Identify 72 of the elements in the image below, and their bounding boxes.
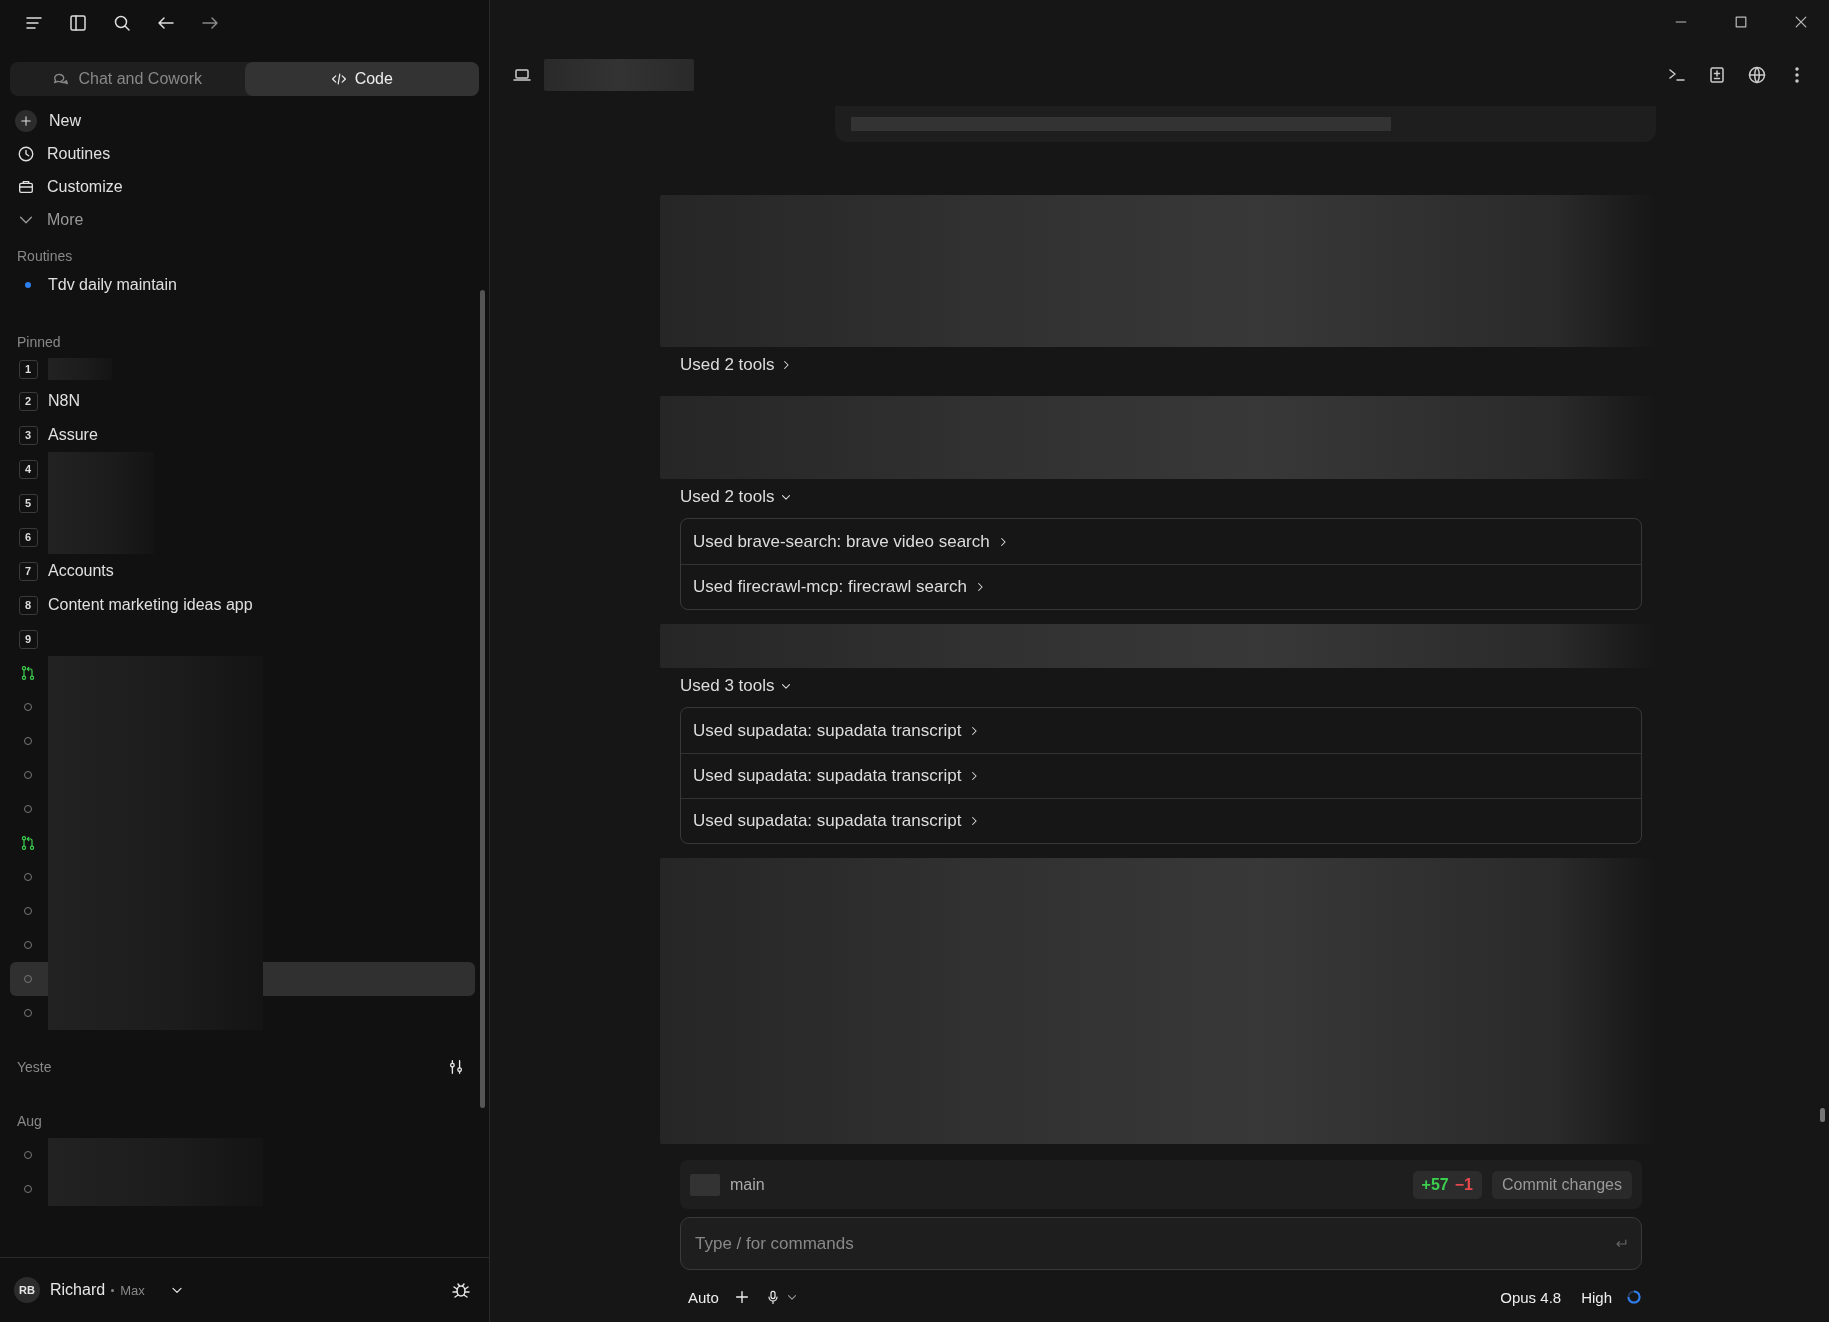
tools-toggle[interactable]: Used 2 tools: [680, 479, 793, 514]
user-avatar: RB: [14, 1277, 40, 1303]
clock-icon[interactable]: [17, 144, 35, 163]
message-input[interactable]: Type / for commands: [693, 1232, 1613, 1255]
shortcut-number: 3: [18, 425, 38, 445]
additions-count: +57: [1421, 1175, 1449, 1194]
shortcut-number: 1: [18, 359, 38, 379]
pinned-item[interactable]: 5: [10, 486, 475, 520]
mode-selector[interactable]: Auto: [688, 1288, 719, 1306]
pinned-item[interactable]: 3 Assure: [10, 418, 475, 452]
composer-field[interactable]: Type / for commands: [680, 1217, 1642, 1270]
user-name[interactable]: Richard: [50, 1281, 106, 1299]
section-heading: Routines: [16, 250, 74, 266]
diff-icon[interactable]: [1707, 65, 1727, 85]
pull-request-icon: [20, 835, 36, 851]
separator-dot-icon: [111, 1288, 115, 1292]
plan-label: Max: [120, 1282, 145, 1298]
shortcut-number: 7: [18, 561, 38, 581]
close-icon[interactable]: [1793, 14, 1809, 30]
pinned-item[interactable]: 7 Accounts: [10, 554, 475, 588]
scrollbar-thumb[interactable]: [1820, 1108, 1825, 1122]
pinned-item[interactable]: 9: [10, 622, 475, 656]
commit-button[interactable]: Commit changes: [1491, 1170, 1632, 1199]
filter-sliders-icon[interactable]: [447, 1058, 465, 1076]
mode-tab[interactable]: Code: [244, 62, 479, 96]
tool-call-item[interactable]: Used supadata: supadata transcript: [681, 798, 1641, 843]
nav-item[interactable]: Customize: [0, 170, 489, 203]
shortcut-number: 2: [18, 391, 38, 411]
tool-call-item[interactable]: Used supadata: supadata transcript: [681, 753, 1641, 798]
code-icon[interactable]: [330, 71, 347, 87]
pinned-item[interactable]: 4: [10, 452, 475, 486]
shortcut-number: 5: [18, 493, 38, 513]
shortcut-number: 6: [18, 527, 38, 547]
pinned-item[interactable]: 6: [10, 520, 475, 554]
shortcut-number: 9: [18, 629, 38, 649]
pinned-title: N8N: [48, 392, 80, 410]
nav-item[interactable]: Routines: [0, 137, 489, 170]
pinned-title: Accounts: [48, 562, 114, 580]
status-dot-icon: [25, 282, 31, 288]
deletions-count: −1: [1454, 1175, 1473, 1194]
pinned-item[interactable]: 2 N8N: [10, 384, 475, 418]
pinned-item[interactable]: 8 Content marketing ideas app: [10, 588, 475, 622]
tools-toggle[interactable]: Used 3 tools: [680, 668, 793, 703]
tool-call-item[interactable]: Used supadata: supadata transcript: [681, 708, 1641, 753]
pull-request-icon: [20, 665, 36, 681]
bug-icon[interactable]: [451, 1280, 471, 1300]
search-icon[interactable]: [112, 13, 132, 33]
sidebar-toggle-icon[interactable]: [68, 13, 88, 33]
section-heading: Pinned: [16, 336, 62, 352]
tool-call-item[interactable]: Used brave-search: brave video search: [681, 519, 1641, 564]
progress-ring-icon: [1626, 1289, 1642, 1305]
pinned-title: Assure: [48, 426, 98, 444]
pinned-item[interactable]: 1: [10, 354, 475, 384]
group-heading: Yeste: [17, 1059, 52, 1075]
model-selector[interactable]: Opus 4.8: [1500, 1288, 1562, 1306]
group-heading: Aug: [17, 1113, 42, 1129]
effort-selector[interactable]: High: [1581, 1288, 1612, 1306]
diff-stats[interactable]: +57 −1: [1412, 1170, 1482, 1199]
branch-name: main: [730, 1175, 765, 1194]
tool-call-item[interactable]: Used firecrawl-mcp: firecrawl search: [681, 564, 1641, 609]
tools-toggle[interactable]: Used 2 tools: [680, 347, 793, 382]
pinned-title: Content marketing ideas app: [48, 596, 253, 614]
nav-item[interactable]: More: [0, 203, 489, 236]
globe-icon[interactable]: [1747, 65, 1767, 85]
shortcut-number: 4: [18, 459, 38, 479]
nav-item[interactable]: New: [0, 104, 489, 137]
mode-tab[interactable]: Chat and Cowork: [10, 62, 245, 96]
routine-title: Tdv daily maintain: [48, 276, 177, 294]
routine-item[interactable]: Tdv daily maintain: [10, 268, 475, 302]
maximize-icon[interactable]: [1733, 14, 1749, 30]
scrollbar[interactable]: [480, 290, 485, 1108]
shortcut-number: 8: [18, 595, 38, 615]
